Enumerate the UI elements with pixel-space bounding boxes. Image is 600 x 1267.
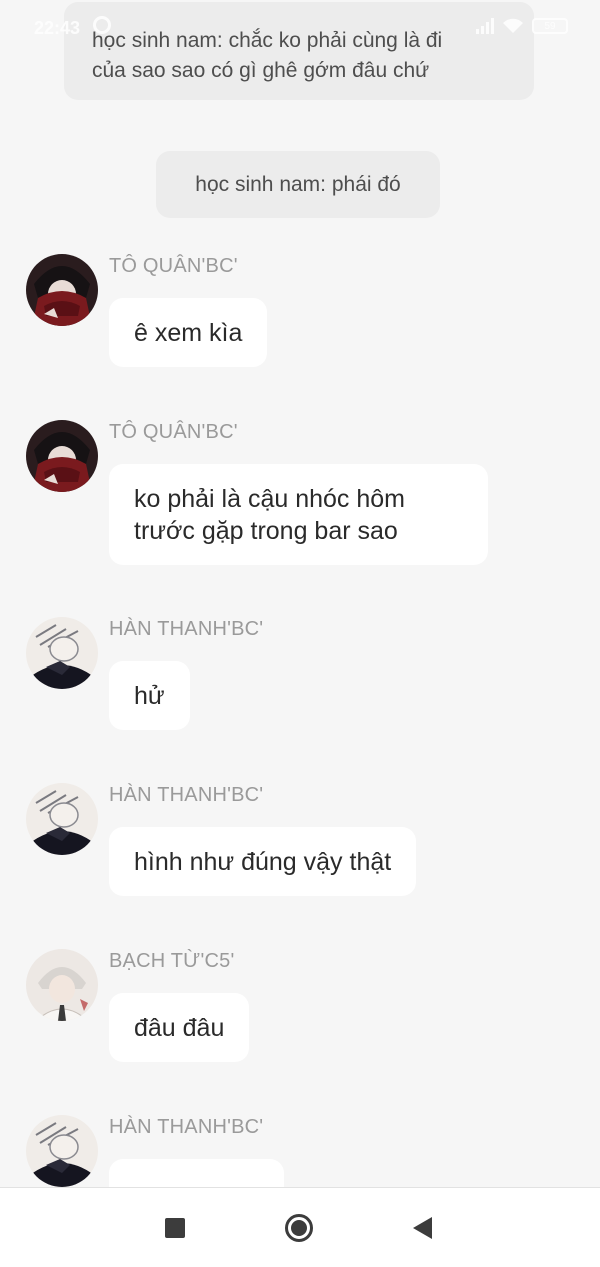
message-bubble[interactable]: ê xem kìa	[109, 298, 268, 367]
sender-name: TÔ QUÂN'BC'	[109, 421, 238, 443]
message-text: ê xem kìa	[134, 318, 243, 347]
home-circle-icon	[285, 1214, 313, 1242]
message-text: hử	[134, 681, 165, 710]
avatar-red-scarf[interactable]	[26, 254, 98, 326]
sender-name: HÀN THANH'BC'	[109, 618, 264, 640]
square-icon	[165, 1218, 185, 1238]
sender-name: HÀN THANH'BC'	[109, 1116, 264, 1138]
navigation-bar	[0, 1187, 600, 1267]
back-triangle-icon	[412, 1217, 432, 1239]
avatar-sketch[interactable]	[26, 783, 98, 855]
sender-name: BẠCH TỪ'C5'	[109, 950, 235, 972]
narration-bubble: học sinh nam: phái đó	[156, 151, 440, 218]
narration-text: của sao sao có gì ghê gớm đâu chứ	[92, 59, 430, 82]
sender-name: HÀN THANH'BC'	[109, 784, 264, 806]
battery-icon: 59	[532, 18, 568, 34]
message-text: đâu đâu	[134, 1013, 225, 1042]
message-bubble[interactable]: hử	[109, 661, 190, 730]
avatar-sketch[interactable]	[26, 617, 98, 689]
sender-name: TÔ QUÂN'BC'	[109, 255, 238, 277]
message-text: hình như đúng vậy thật	[134, 847, 392, 876]
message-text: ko phải là cậu nhóc hôm	[134, 484, 406, 513]
recents-button[interactable]	[161, 1214, 189, 1242]
avatar-sketch[interactable]	[26, 1115, 98, 1187]
narration-text: học sinh nam: phái đó	[195, 172, 401, 196]
narration-text: học sinh nam: chắc ko phải cùng là đi	[92, 29, 443, 52]
narration-bubble: học sinh nam: chắc ko phải cùng là đi củ…	[64, 2, 534, 100]
message-bubble[interactable]: đâu đâu	[109, 993, 250, 1062]
message-bubble[interactable]: hình như đúng vậy thật	[109, 827, 417, 896]
avatar-white-hair[interactable]	[26, 949, 98, 1021]
home-button[interactable]	[285, 1214, 313, 1242]
back-button[interactable]	[408, 1214, 436, 1242]
message-text: trước gặp trong bar sao	[134, 516, 398, 545]
message-bubble[interactable]: ko phải là cậu nhóc hôm trước gặp trong …	[109, 464, 488, 565]
avatar-red-scarf[interactable]	[26, 420, 98, 492]
